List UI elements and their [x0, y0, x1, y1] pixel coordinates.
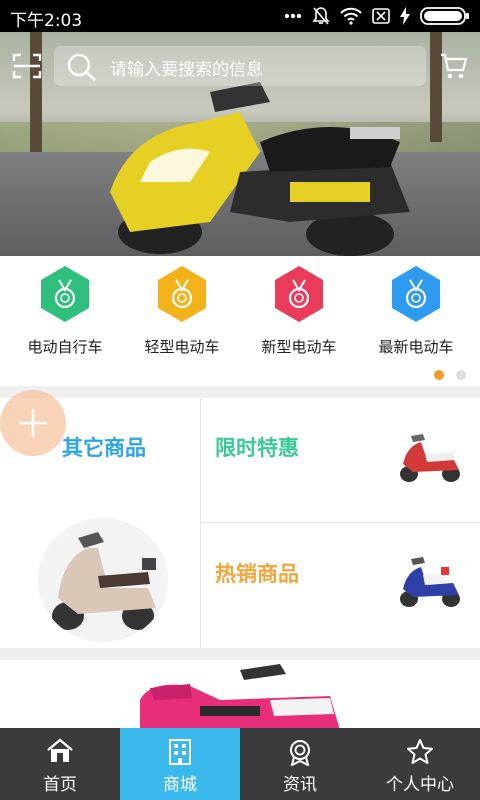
other-products-title: 其它商品 [62, 436, 146, 460]
search-icon [67, 53, 96, 81]
plus-icon [19, 409, 47, 437]
cart-button[interactable] [440, 52, 468, 84]
hot-products-title: 热销商品 [215, 562, 299, 586]
search-placeholder[interactable]: 请输入要搜索的信息 [110, 55, 263, 80]
tab-label: 个人中心 [386, 775, 454, 795]
promo-banner[interactable] [0, 660, 480, 730]
tab-profile[interactable]: 个人中心 [360, 728, 480, 800]
tab-label: 首页 [43, 775, 77, 795]
floating-add-button[interactable] [0, 390, 66, 456]
dots-icon [284, 13, 302, 19]
medal-icon [41, 266, 89, 322]
page-dot[interactable] [456, 370, 466, 380]
category-item-new-ev[interactable]: 新型电动车 [249, 264, 349, 357]
promo-scooter-image [140, 664, 340, 730]
product-grid: 其它商品 限时特惠 热销商品 [0, 398, 480, 648]
scan-button[interactable] [12, 52, 42, 84]
other-products-image [38, 518, 168, 642]
home-icon [47, 738, 73, 762]
limited-offer-image [400, 434, 460, 482]
page-indicator [434, 370, 466, 380]
medal-icon [392, 266, 440, 322]
tab-mall[interactable]: 商城 [120, 728, 240, 800]
category-item-light-ev[interactable]: 轻型电动车 [132, 264, 232, 357]
medal-icon [158, 266, 206, 322]
category-label: 新型电动车 [261, 338, 337, 356]
hero-banner[interactable]: 请输入要搜索的信息 [0, 32, 480, 256]
hot-products-card[interactable]: 热销商品 [201, 523, 480, 648]
tab-label: 商城 [163, 775, 197, 795]
tab-home[interactable]: 首页 [0, 728, 120, 800]
wifi-icon [340, 7, 362, 25]
tab-label: 资讯 [283, 775, 317, 795]
battery-icon [420, 7, 469, 25]
medal-icon [275, 266, 323, 322]
hero-scooter-image [110, 82, 410, 256]
status-bar: 下午2:03 [0, 0, 480, 32]
building-icon [169, 739, 191, 765]
category-label: 最新电动车 [378, 338, 454, 356]
page-dot-active[interactable] [434, 370, 444, 380]
category-item-latest-ev[interactable]: 最新电动车 [366, 264, 466, 357]
star-icon [407, 739, 433, 764]
category-menu: 电动自行车 轻型电动车 新型电动车 最新电动车 [0, 256, 480, 386]
limited-offer-title: 限时特惠 [215, 436, 299, 460]
category-item-ebike[interactable]: 电动自行车 [15, 264, 115, 357]
hot-products-image [400, 557, 460, 607]
no-sim-icon [372, 8, 390, 24]
scan-icon [12, 53, 42, 79]
category-label: 轻型电动车 [144, 338, 220, 356]
search-bar[interactable]: 请输入要搜索的信息 [54, 46, 426, 86]
status-icons [284, 6, 470, 26]
cart-icon [441, 53, 468, 79]
category-label: 电动自行车 [27, 338, 103, 356]
badge-icon [290, 740, 310, 766]
bottom-tab-bar: 首页 商城 资讯 个人中心 [0, 728, 480, 800]
charging-icon [400, 7, 410, 25]
tab-news[interactable]: 资讯 [240, 728, 360, 800]
status-time: 下午2:03 [10, 11, 83, 31]
mute-icon [312, 7, 330, 25]
limited-offer-card[interactable]: 限时特惠 [201, 398, 480, 522]
